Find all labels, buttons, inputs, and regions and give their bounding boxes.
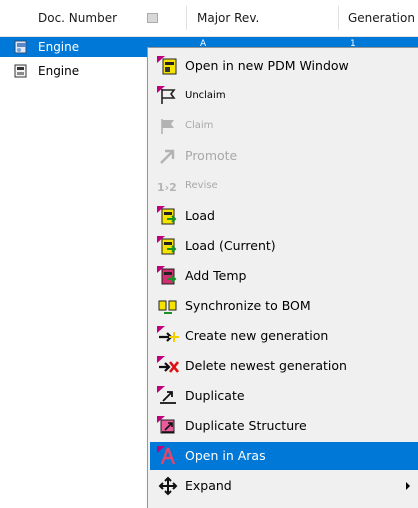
doc-number-cell: Engine [38, 64, 80, 78]
document-icon [14, 40, 29, 54]
column-filter-icon[interactable] [147, 13, 158, 23]
load-current-icon [157, 236, 179, 256]
menu-item-create-generation[interactable]: Create new generation [150, 322, 418, 350]
menu-item-delete-generation[interactable]: Delete newest generation [150, 352, 418, 380]
claim-flag-icon [157, 116, 179, 136]
col-header-major-rev[interactable]: Major Rev. [197, 0, 327, 36]
column-separator[interactable] [186, 6, 187, 30]
menu-item-open-in-aras[interactable]: Open in Aras [150, 442, 418, 470]
menu-item-promote[interactable]: Promote [150, 142, 418, 170]
pdm-window-icon [157, 56, 179, 76]
menu-item-load-current[interactable]: Load (Current) [150, 232, 418, 260]
create-generation-icon [157, 326, 179, 346]
menu-item-expand[interactable]: Expand [150, 472, 418, 500]
menu-item-claim[interactable]: Claim [150, 112, 418, 140]
doc-number-cell: Engine [38, 40, 80, 54]
menu-item-duplicate-structure[interactable]: Duplicate Structure [150, 412, 418, 440]
duplicate-structure-icon [157, 416, 179, 436]
svg-text:1›2: 1›2 [157, 181, 177, 194]
add-temp-icon [157, 266, 179, 286]
duplicate-icon [157, 386, 179, 406]
menu-item-revise[interactable]: 1›2 Revise [150, 172, 418, 200]
promote-arrow-icon [157, 146, 179, 166]
document-icon [14, 64, 29, 78]
delete-generation-icon [157, 356, 179, 376]
menu-item-load[interactable]: Load [150, 202, 418, 230]
column-separator[interactable] [338, 6, 339, 30]
submenu-arrow-icon [406, 482, 410, 490]
sync-bom-icon [157, 296, 179, 316]
context-menu: Open in new PDM Window Unclaim Claim Pro… [147, 47, 418, 508]
grid-header: Doc. Number Major Rev. Generation [0, 0, 418, 37]
revise-icon: 1›2 [157, 176, 179, 196]
unclaim-flag-icon [157, 86, 179, 106]
aras-icon [157, 446, 179, 466]
menu-item-add-temp[interactable]: Add Temp [150, 262, 418, 290]
menu-item-unclaim[interactable]: Unclaim [150, 82, 418, 110]
load-icon [157, 206, 179, 226]
col-header-doc-number[interactable]: Doc. Number [38, 0, 143, 36]
menu-item-synchronize-bom[interactable]: Synchronize to BOM [150, 292, 418, 320]
menu-item-duplicate[interactable]: Duplicate [150, 382, 418, 410]
col-header-generation[interactable]: Generation [348, 0, 418, 36]
menu-item-open-pdm-window[interactable]: Open in new PDM Window [150, 52, 418, 80]
expand-arrows-icon [157, 476, 179, 496]
